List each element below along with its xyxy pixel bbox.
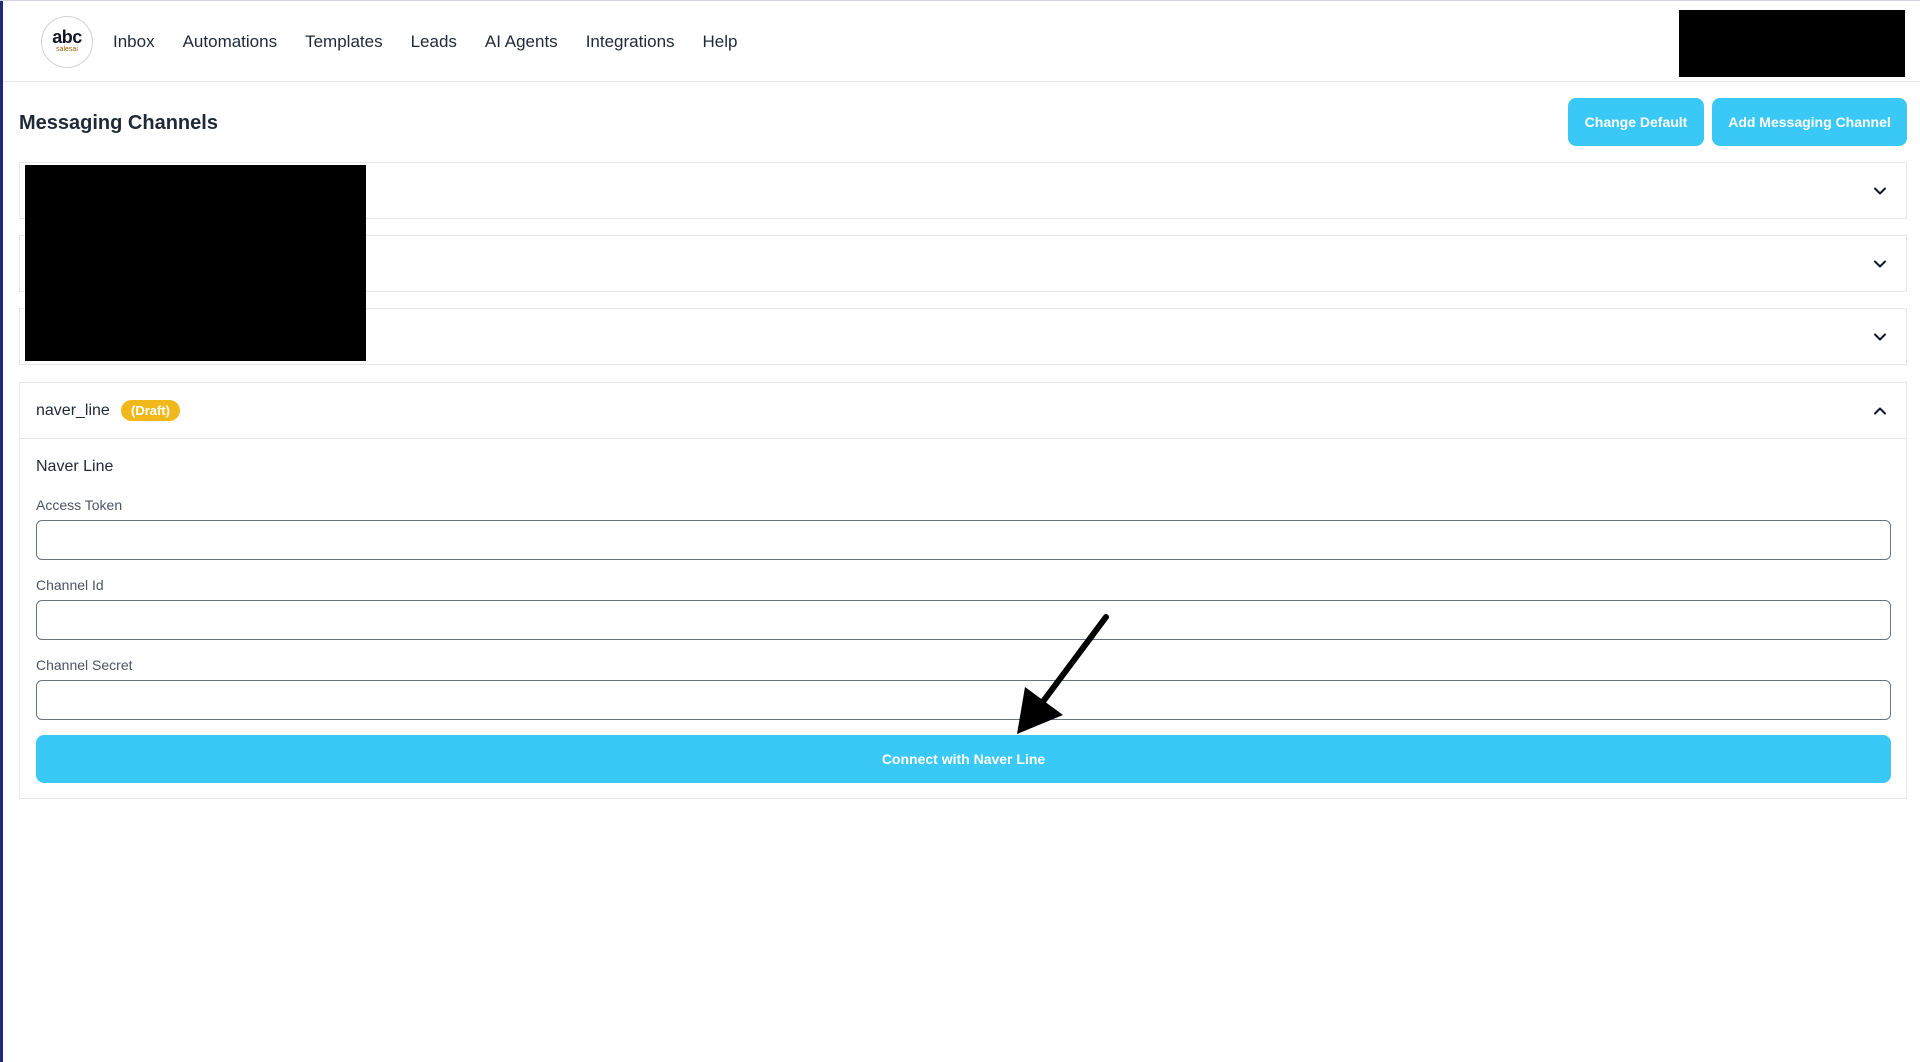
channel-id-label: Channel Id: [36, 577, 104, 593]
change-default-button[interactable]: Change Default: [1568, 98, 1704, 146]
top-navbar: abc salesai Inbox Automations Templates …: [3, 1, 1920, 82]
chevron-down-icon[interactable]: [1870, 327, 1890, 347]
brand-logo[interactable]: abc salesai: [41, 16, 93, 68]
chevron-down-icon[interactable]: [1870, 254, 1890, 274]
nav-help[interactable]: Help: [703, 31, 738, 53]
channel-panel-naver-line: naver_line (Draft) Naver Line Access Tok…: [19, 382, 1907, 799]
redacted-channel-names: [25, 165, 366, 361]
nav-automations[interactable]: Automations: [183, 31, 278, 53]
page-title: Messaging Channels: [19, 112, 218, 134]
nav-inbox[interactable]: Inbox: [113, 31, 155, 53]
section-title: Naver Line: [36, 458, 114, 475]
nav-leads[interactable]: Leads: [411, 31, 457, 53]
nav-integrations[interactable]: Integrations: [586, 31, 675, 53]
status-badge: (Draft): [121, 400, 180, 421]
window-edge: [0, 0, 3, 1062]
channel-panel-header[interactable]: naver_line (Draft): [20, 383, 1906, 439]
redacted-user-menu[interactable]: [1679, 10, 1905, 77]
chevron-down-icon[interactable]: [1870, 181, 1890, 201]
add-messaging-channel-button[interactable]: Add Messaging Channel: [1712, 98, 1907, 146]
channel-name: naver_line: [36, 402, 110, 419]
logo-subtext: salesai: [56, 46, 78, 53]
main-nav: Inbox Automations Templates Leads AI Age…: [113, 31, 738, 53]
chevron-up-icon[interactable]: [1870, 401, 1890, 421]
access-token-label: Access Token: [36, 497, 123, 513]
nav-ai-agents[interactable]: AI Agents: [485, 31, 558, 53]
nav-templates[interactable]: Templates: [305, 31, 382, 53]
connect-naver-line-button[interactable]: Connect with Naver Line: [36, 735, 1891, 783]
logo-text: abc: [52, 27, 82, 47]
channel-secret-input[interactable]: [36, 680, 1891, 720]
channel-id-input[interactable]: [36, 600, 1891, 640]
channel-secret-label: Channel Secret: [36, 657, 133, 673]
access-token-input[interactable]: [36, 520, 1891, 560]
